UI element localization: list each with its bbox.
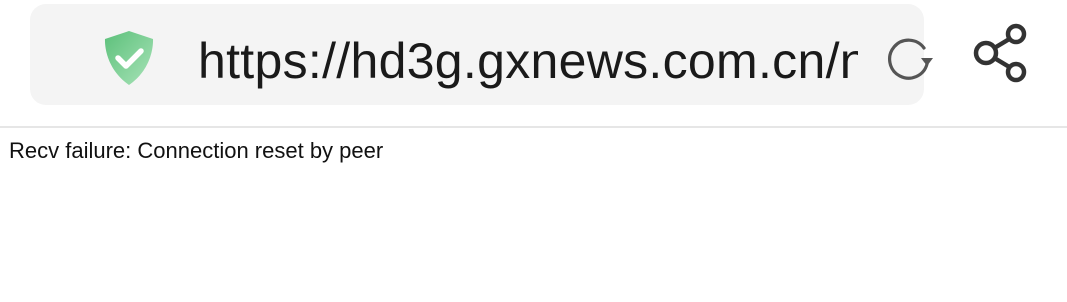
browser-toolbar: https://hd3g.gxnews.com.cn/n [0,0,1067,128]
error-message: Recv failure: Connection reset by peer [9,138,384,163]
url-text[interactable]: https://hd3g.gxnews.com.cn/n [198,31,858,91]
reload-icon[interactable] [884,34,934,84]
verified-shield-icon[interactable] [100,29,158,87]
address-bar[interactable]: https://hd3g.gxnews.com.cn/n [30,4,933,105]
share-icon[interactable] [972,22,1030,84]
